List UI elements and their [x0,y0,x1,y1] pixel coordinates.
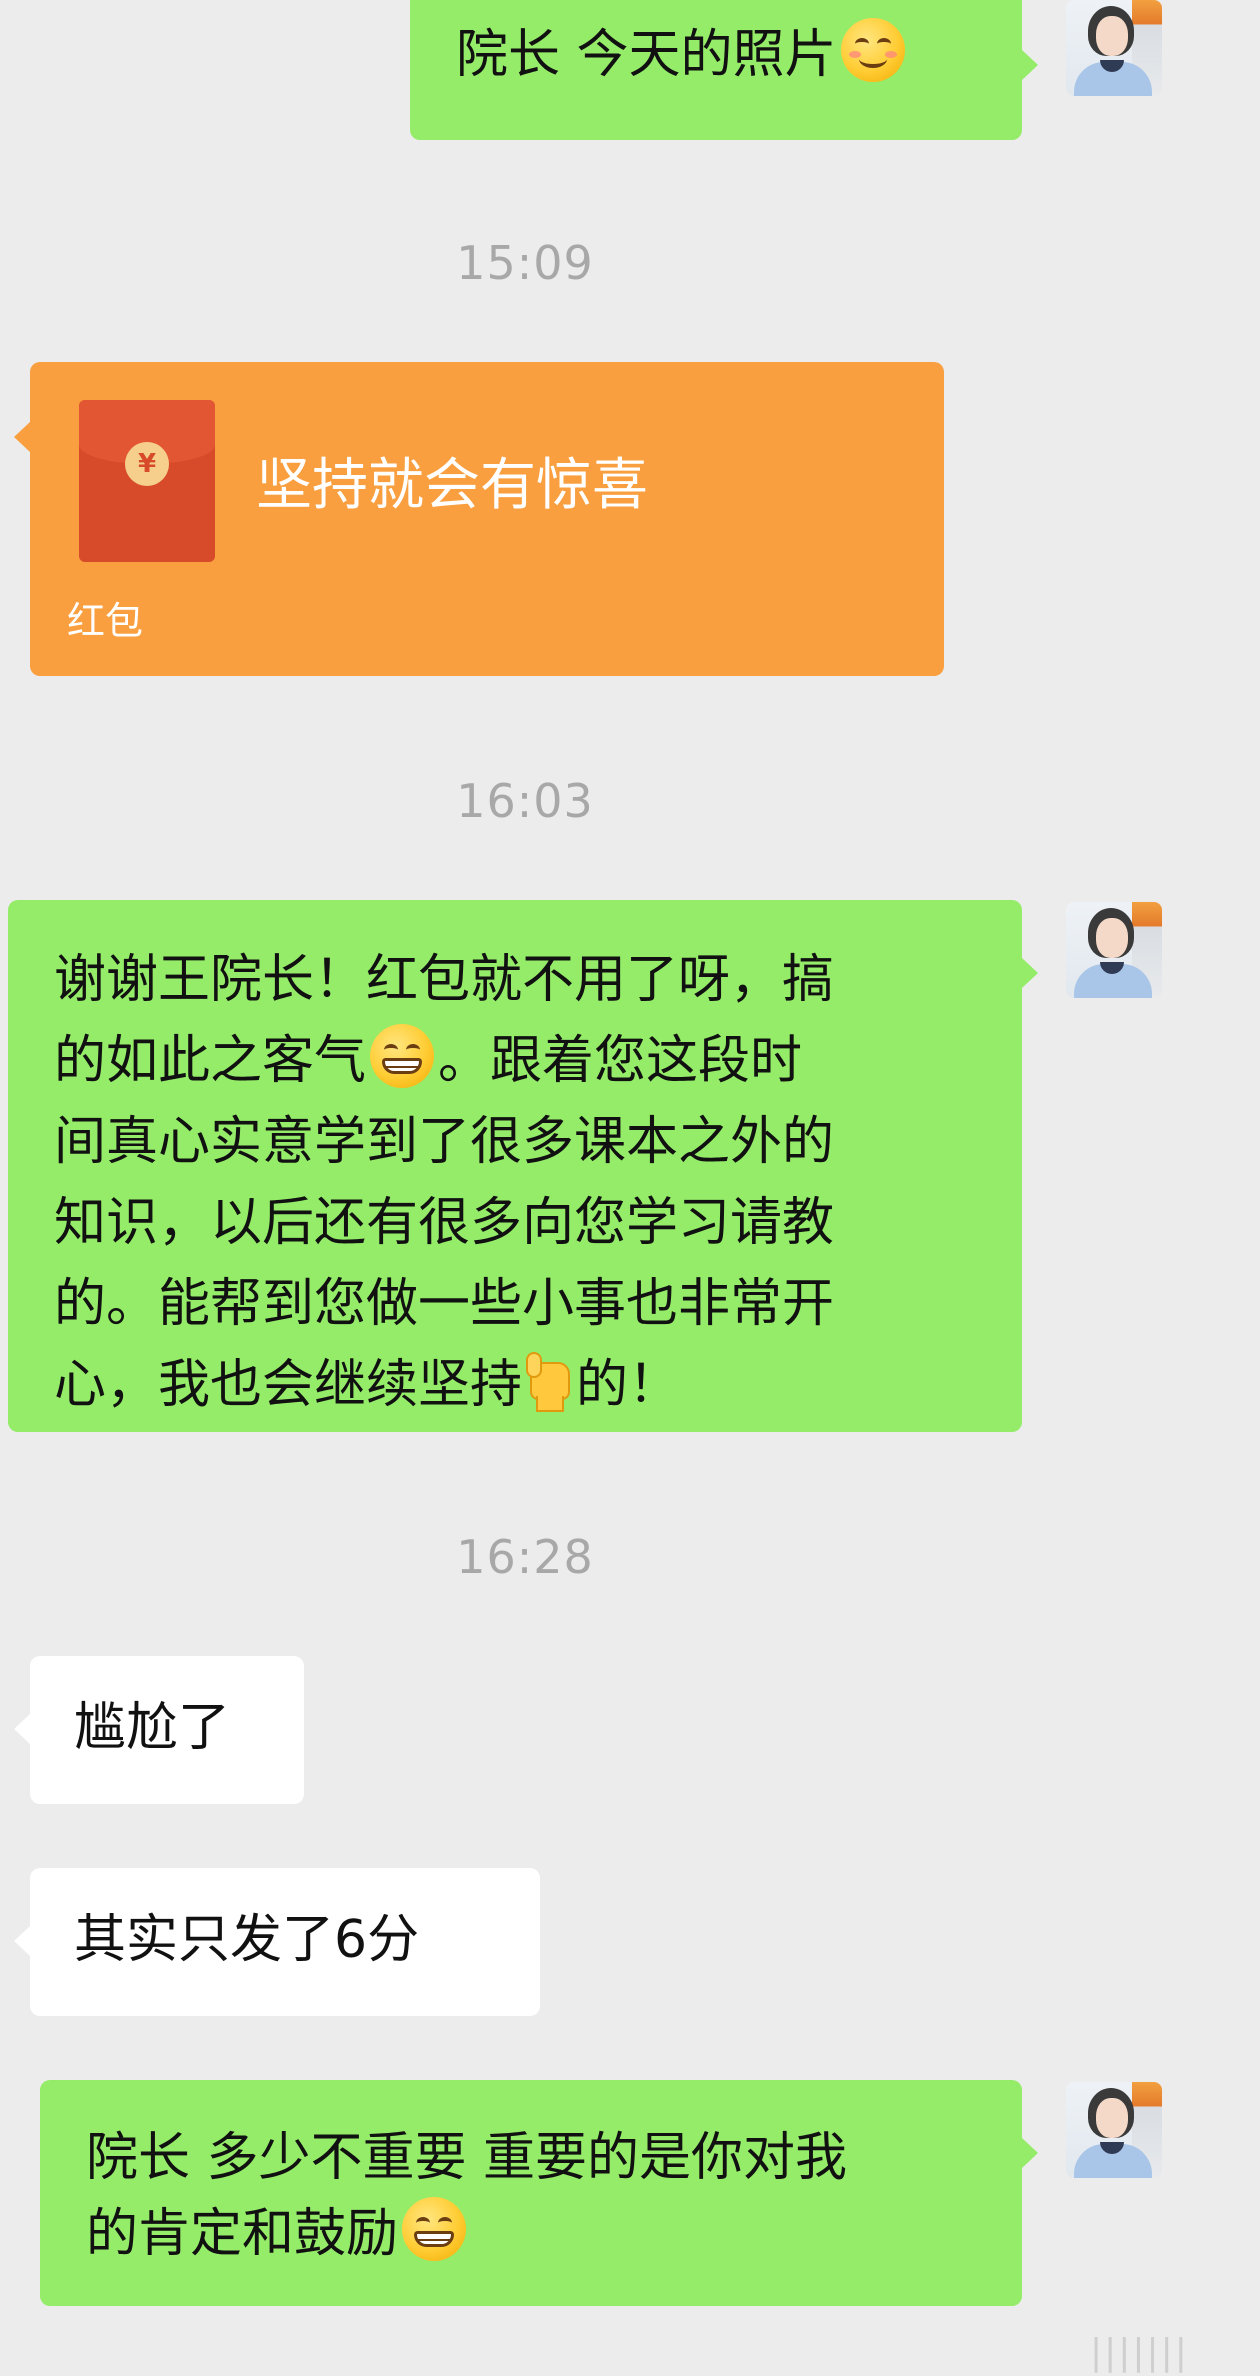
bubble-tail [1022,2138,1038,2168]
message-line: 心，我也会继续坚持 的！ [54,1345,1022,1426]
received-message-amount[interactable]: 其实只发了6分 [30,1868,540,2016]
avatar[interactable] [1066,902,1162,998]
watermark: ||||||| [1090,2332,1189,2373]
timestamp: 16:28 [456,1530,594,1584]
yuan-coin-icon: ¥ [125,442,169,486]
grinning-face-icon [370,1024,435,1088]
avatar[interactable] [1066,0,1162,96]
grinning-face-icon [402,2197,467,2261]
message-text: 其实只发了6分 [74,1910,420,1970]
timestamp: 15:09 [456,236,594,290]
sent-message-encouragement[interactable]: 院长 多少不重要 重要的是你对我 的肯定和鼓励 [40,2080,1022,2306]
bubble-tail [1022,958,1038,988]
smiling-face-icon [840,18,905,82]
red-packet-label: 红包 [67,599,144,643]
bubble-tail [14,1926,30,1956]
bubble-tail [1022,50,1038,80]
message-line: 的肯定和鼓励 [86,2196,1022,2272]
message-line: 间真心实意学到了很多课本之外的 [54,1112,835,1172]
raised-fist-icon [526,1348,572,1412]
red-packet-title: 坚持就会有惊喜 [256,453,648,518]
sent-message-photo[interactable]: 院长 今天的照片 [410,0,1022,140]
message-line: 知识，以后还有很多向您学习请教 [54,1193,835,1253]
red-packet-card[interactable]: ¥ 坚持就会有惊喜 红包 [30,362,944,676]
message-line: 院长 多少不重要 重要的是你对我 [86,2128,848,2188]
message-text: 院长 今天的照片 [456,25,837,85]
timestamp: 16:03 [456,774,594,828]
red-packet-icon: ¥ [79,400,215,562]
bubble-tail [14,1714,30,1744]
received-message-awkward[interactable]: 尴尬了 [30,1656,304,1804]
message-line: 的。能帮到您做一些小事也非常开 [54,1274,835,1334]
message-text: 尴尬了 [74,1698,231,1758]
sent-message-thanks[interactable]: 谢谢王院长！红包就不用了呀，搞 的如此之客气 。跟着您这段时 间真心实意学到了很多… [8,900,1022,1432]
avatar[interactable] [1066,2082,1162,2178]
bubble-tail [14,422,30,452]
message-line: 谢谢王院长！红包就不用了呀，搞 [54,950,835,1010]
message-line: 的如此之客气 。跟着您这段时 [54,1021,1022,1102]
